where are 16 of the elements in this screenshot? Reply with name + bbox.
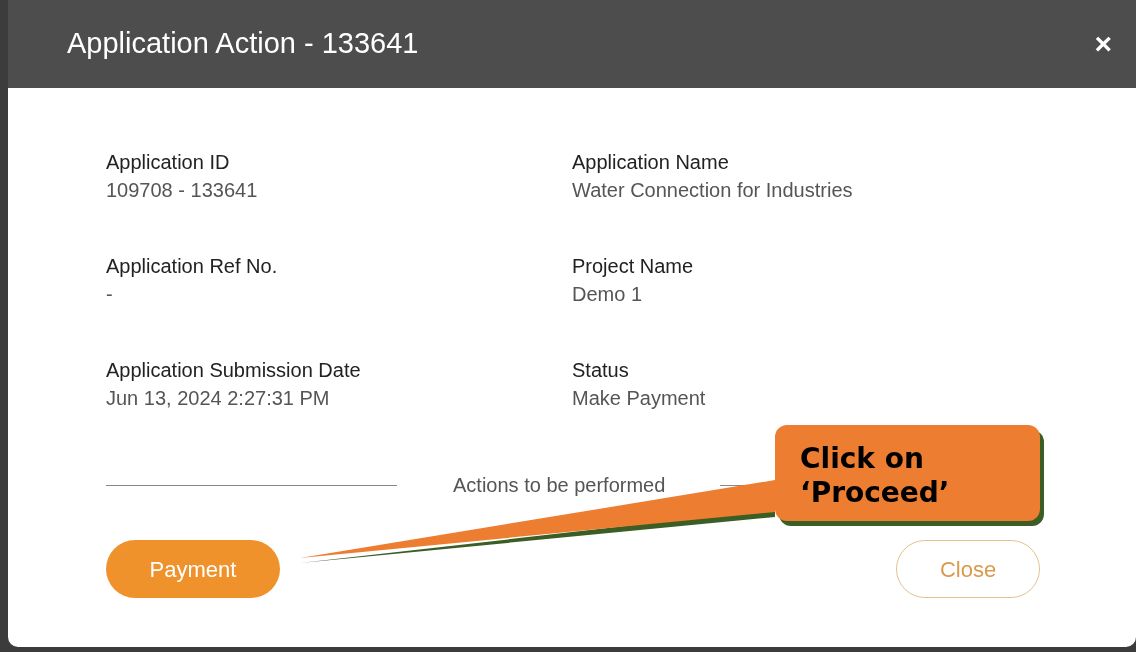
field-value: - [106, 282, 114, 307]
field-value: Demo 1 [572, 282, 644, 307]
close-button[interactable]: Close [896, 540, 1040, 598]
field-value: 109708 - 133641 [106, 178, 259, 203]
field-label: Status [572, 358, 630, 383]
field-value: Water Connection for Industries [572, 178, 854, 203]
field-label: Project Name [572, 254, 695, 279]
section-label: Actions to be performed [453, 473, 666, 498]
field-label: Application Name [572, 150, 730, 175]
field-label: Application Ref No. [106, 254, 279, 279]
field-label: Application Submission Date [106, 358, 362, 383]
payment-button[interactable]: Payment [106, 540, 280, 598]
field-value: Jun 13, 2024 2:27:31 PM [106, 386, 331, 411]
field-label: Application ID [106, 150, 231, 175]
field-value: Make Payment [572, 386, 707, 411]
dialog-title: Application Action - 133641 [67, 26, 419, 62]
